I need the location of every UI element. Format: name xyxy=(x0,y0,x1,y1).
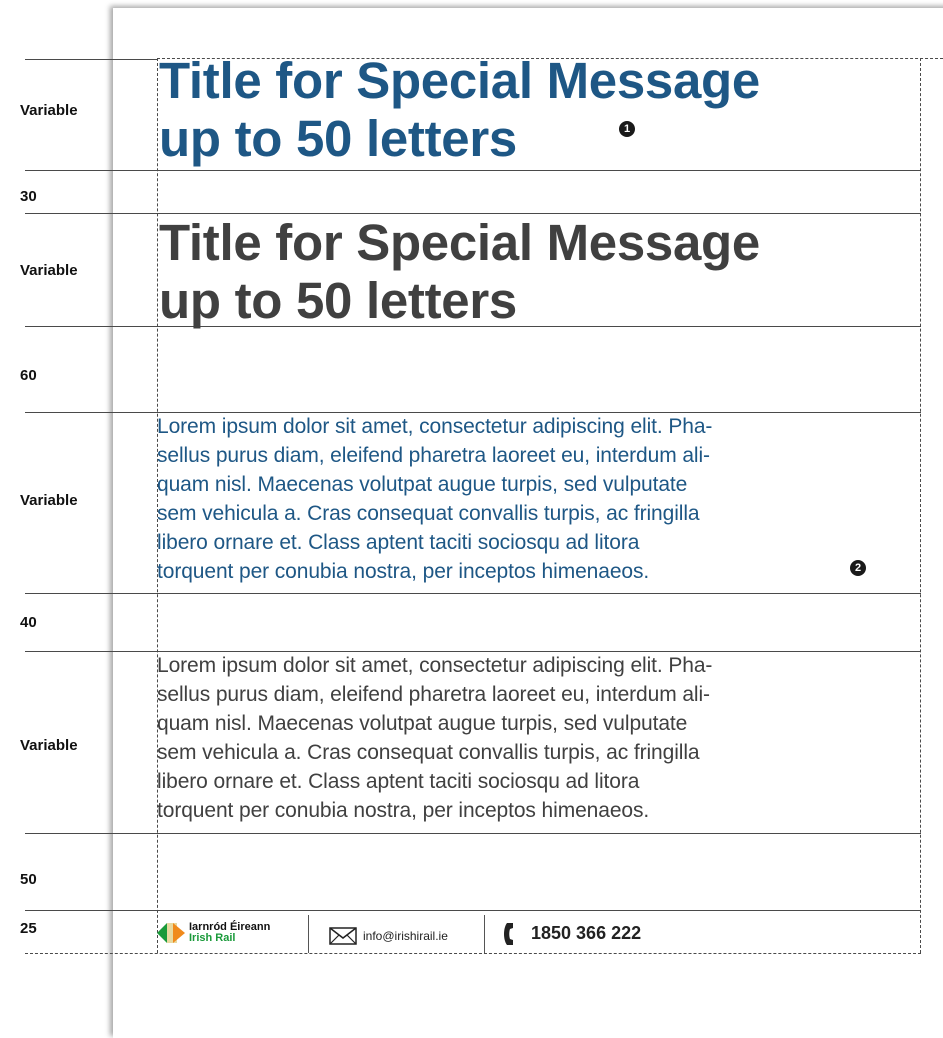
guide-line-8 xyxy=(25,910,921,911)
envelope-icon xyxy=(329,927,357,945)
guide-line-7 xyxy=(25,833,921,834)
spacing-label-60: 60 xyxy=(20,367,37,384)
callout-badge-2: 2 xyxy=(850,560,866,576)
irish-rail-logo: Iarnród Éireann Irish Rail xyxy=(157,915,307,953)
spacing-label-25: 25 xyxy=(20,920,37,937)
rail-logo-icon xyxy=(157,923,185,943)
title-blue-line-2: up to 50 letters xyxy=(159,110,517,167)
body-grey-line-2: sellus purus diam, eleifend pharetra lao… xyxy=(157,683,710,706)
spacing-label-30: 30 xyxy=(20,188,37,205)
spacing-label-50: 50 xyxy=(20,871,37,888)
body-blue-line-2: sellus purus diam, eleifend pharetra lao… xyxy=(157,444,710,467)
body-blue-line-5: libero ornare et. Class aptent taciti so… xyxy=(157,531,640,554)
footer-divider-2 xyxy=(484,915,485,953)
body-blue-line-6: torquent per conubia nostra, per incepto… xyxy=(157,560,650,583)
body-text-grey: Lorem ipsum dolor sit amet, consectetur … xyxy=(157,651,927,825)
footer-divider-1 xyxy=(308,915,309,953)
special-message-title-grey: Title for Special Message up to 50 lette… xyxy=(159,214,929,330)
body-grey-line-6: torquent per conubia nostra, per incepto… xyxy=(157,799,650,822)
special-message-title-blue: Title for Special Message up to 50 lette… xyxy=(159,52,929,168)
logo-english-name: Irish Rail xyxy=(189,932,236,944)
body-grey-line-3: quam nisl. Maecenas volutpat augue turpi… xyxy=(157,712,688,735)
title-grey-line-1: Title for Special Message xyxy=(159,214,760,271)
phone-icon xyxy=(504,923,513,945)
body-grey-line-1: Lorem ipsum dolor sit amet, consectetur … xyxy=(157,654,713,677)
body-blue-line-4: sem vehicula a. Cras consequat convallis… xyxy=(157,502,700,525)
body-blue-line-1: Lorem ipsum dolor sit amet, consectetur … xyxy=(157,415,713,438)
spacing-label-40: 40 xyxy=(20,614,37,631)
body-grey-line-4: sem vehicula a. Cras consequat convallis… xyxy=(157,741,700,764)
guide-line-5 xyxy=(25,593,921,594)
title-grey-line-2: up to 50 letters xyxy=(159,272,517,329)
body-grey-line-5: libero ornare et. Class aptent taciti so… xyxy=(157,770,640,793)
spacing-label-title-blue: Variable xyxy=(20,102,78,119)
spacing-label-body-grey: Variable xyxy=(20,737,78,754)
title-blue-line-1: Title for Special Message xyxy=(159,52,760,109)
body-text-blue: Lorem ipsum dolor sit amet, consectetur … xyxy=(157,412,927,586)
spacing-label-title-grey: Variable xyxy=(20,262,78,279)
footer-phone-number[interactable]: 1850 366 222 xyxy=(531,923,641,944)
guide-line-1 xyxy=(25,170,921,171)
callout-badge-1: 1 xyxy=(619,121,635,137)
body-blue-line-3: quam nisl. Maecenas volutpat augue turpi… xyxy=(157,473,688,496)
guide-line-0 xyxy=(25,59,157,60)
footer-email[interactable]: info@irishirail.ie xyxy=(363,929,448,943)
bottom-margin-guide xyxy=(25,953,921,954)
spacing-label-body-blue: Variable xyxy=(20,492,78,509)
